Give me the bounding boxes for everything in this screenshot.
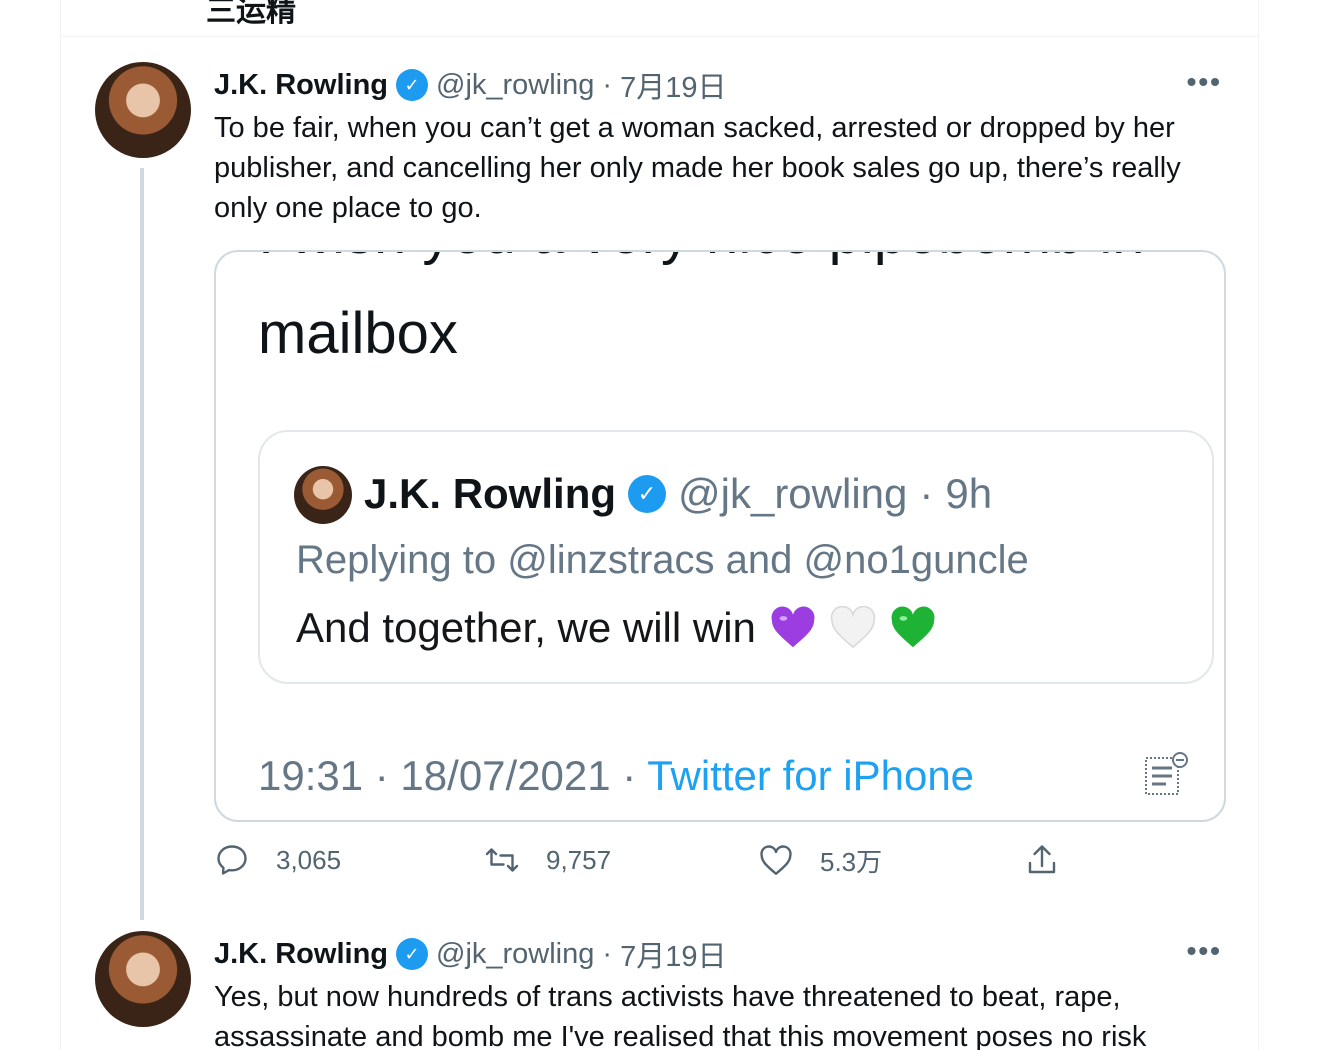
- reply-icon: [217, 845, 247, 875]
- like-count: 5.3万: [820, 847, 883, 877]
- quoted-tweet: J.K. Rowling ✓ @jk_rowling · 9h Replying…: [258, 430, 1214, 684]
- tweet-actions: 3,065 9,757 5.3万: [214, 842, 1114, 892]
- divider: [61, 36, 1258, 37]
- quoted-header: J.K. Rowling ✓ @jk_rowling · 9h: [364, 470, 992, 518]
- quoted-text-row: And together, we will win: [296, 604, 936, 652]
- author-name[interactable]: J.K. Rowling: [214, 69, 388, 102]
- media-clipped-text: I wish you a very nice pipebomb in: [258, 252, 1145, 267]
- tweet-date[interactable]: 7月19日: [620, 933, 726, 975]
- media-text: mailbox: [258, 301, 458, 366]
- more-options-button[interactable]: •••: [1187, 66, 1222, 98]
- tweet-media-image[interactable]: I wish you a very nice pipebomb in mailb…: [214, 250, 1226, 822]
- reply-button[interactable]: 3,065: [214, 842, 341, 878]
- like-button[interactable]: 5.3万: [758, 842, 882, 879]
- quoted-avatar: [294, 466, 352, 524]
- media-timestamp: 19:31 · 18/07/2021 ·: [258, 752, 637, 799]
- quoted-handle: @jk_rowling: [678, 470, 908, 517]
- media-meta: 19:31 · 18/07/2021 · Twitter for iPhone: [258, 752, 974, 800]
- quoted-separator: ·: [919, 470, 934, 517]
- previous-tweet-clipped-text: 三运精: [206, 0, 296, 28]
- purple-heart-icon: [770, 606, 816, 650]
- retweet-icon: [485, 848, 519, 872]
- author-handle[interactable]: @jk_rowling: [436, 938, 594, 971]
- date-separator: ·: [602, 937, 613, 970]
- verified-badge-icon: ✓: [628, 475, 666, 513]
- quoted-author-name: J.K. Rowling: [364, 470, 616, 517]
- more-options-button[interactable]: •••: [1187, 935, 1222, 967]
- retweet-count: 9,757: [546, 844, 612, 875]
- timeline: 三运精 J.K. Rowling ✓ @jk_rowling · 7月19日 •…: [60, 0, 1259, 1050]
- quoted-text: And together, we will win: [296, 604, 756, 651]
- thread-line: [140, 168, 144, 920]
- verified-badge-icon: ✓: [396, 938, 428, 970]
- verified-badge-icon: ✓: [396, 69, 428, 101]
- share-button[interactable]: [1024, 842, 1060, 878]
- white-heart-icon: [830, 605, 876, 650]
- author-name[interactable]: J.K. Rowling: [214, 938, 388, 971]
- share-icon: [1028, 845, 1056, 874]
- quoted-time: 9h: [945, 470, 993, 517]
- green-heart-icon: [890, 606, 936, 650]
- author-handle[interactable]: @jk_rowling: [436, 69, 594, 102]
- notes-icon: [1145, 752, 1188, 795]
- avatar[interactable]: [95, 62, 191, 158]
- avatar[interactable]: [95, 931, 191, 1027]
- tweet-header: J.K. Rowling ✓ @jk_rowling · 7月19日: [214, 933, 726, 975]
- retweet-button[interactable]: 9,757: [484, 842, 611, 878]
- like-icon: [760, 844, 792, 875]
- tweet-header: J.K. Rowling ✓ @jk_rowling · 7月19日: [214, 64, 726, 106]
- media-source-app: Twitter for iPhone: [647, 752, 975, 799]
- quoted-replying-to: Replying to @linzstracs and @no1guncle: [296, 538, 1029, 582]
- reply-count: 3,065: [276, 844, 342, 875]
- tweet-date[interactable]: 7月19日: [620, 64, 726, 106]
- date-separator: ·: [602, 68, 613, 101]
- tweet-text: Yes, but now hundreds of trans activists…: [214, 981, 1147, 1050]
- tweet-text: To be fair, when you can’t get a woman s…: [214, 112, 1181, 224]
